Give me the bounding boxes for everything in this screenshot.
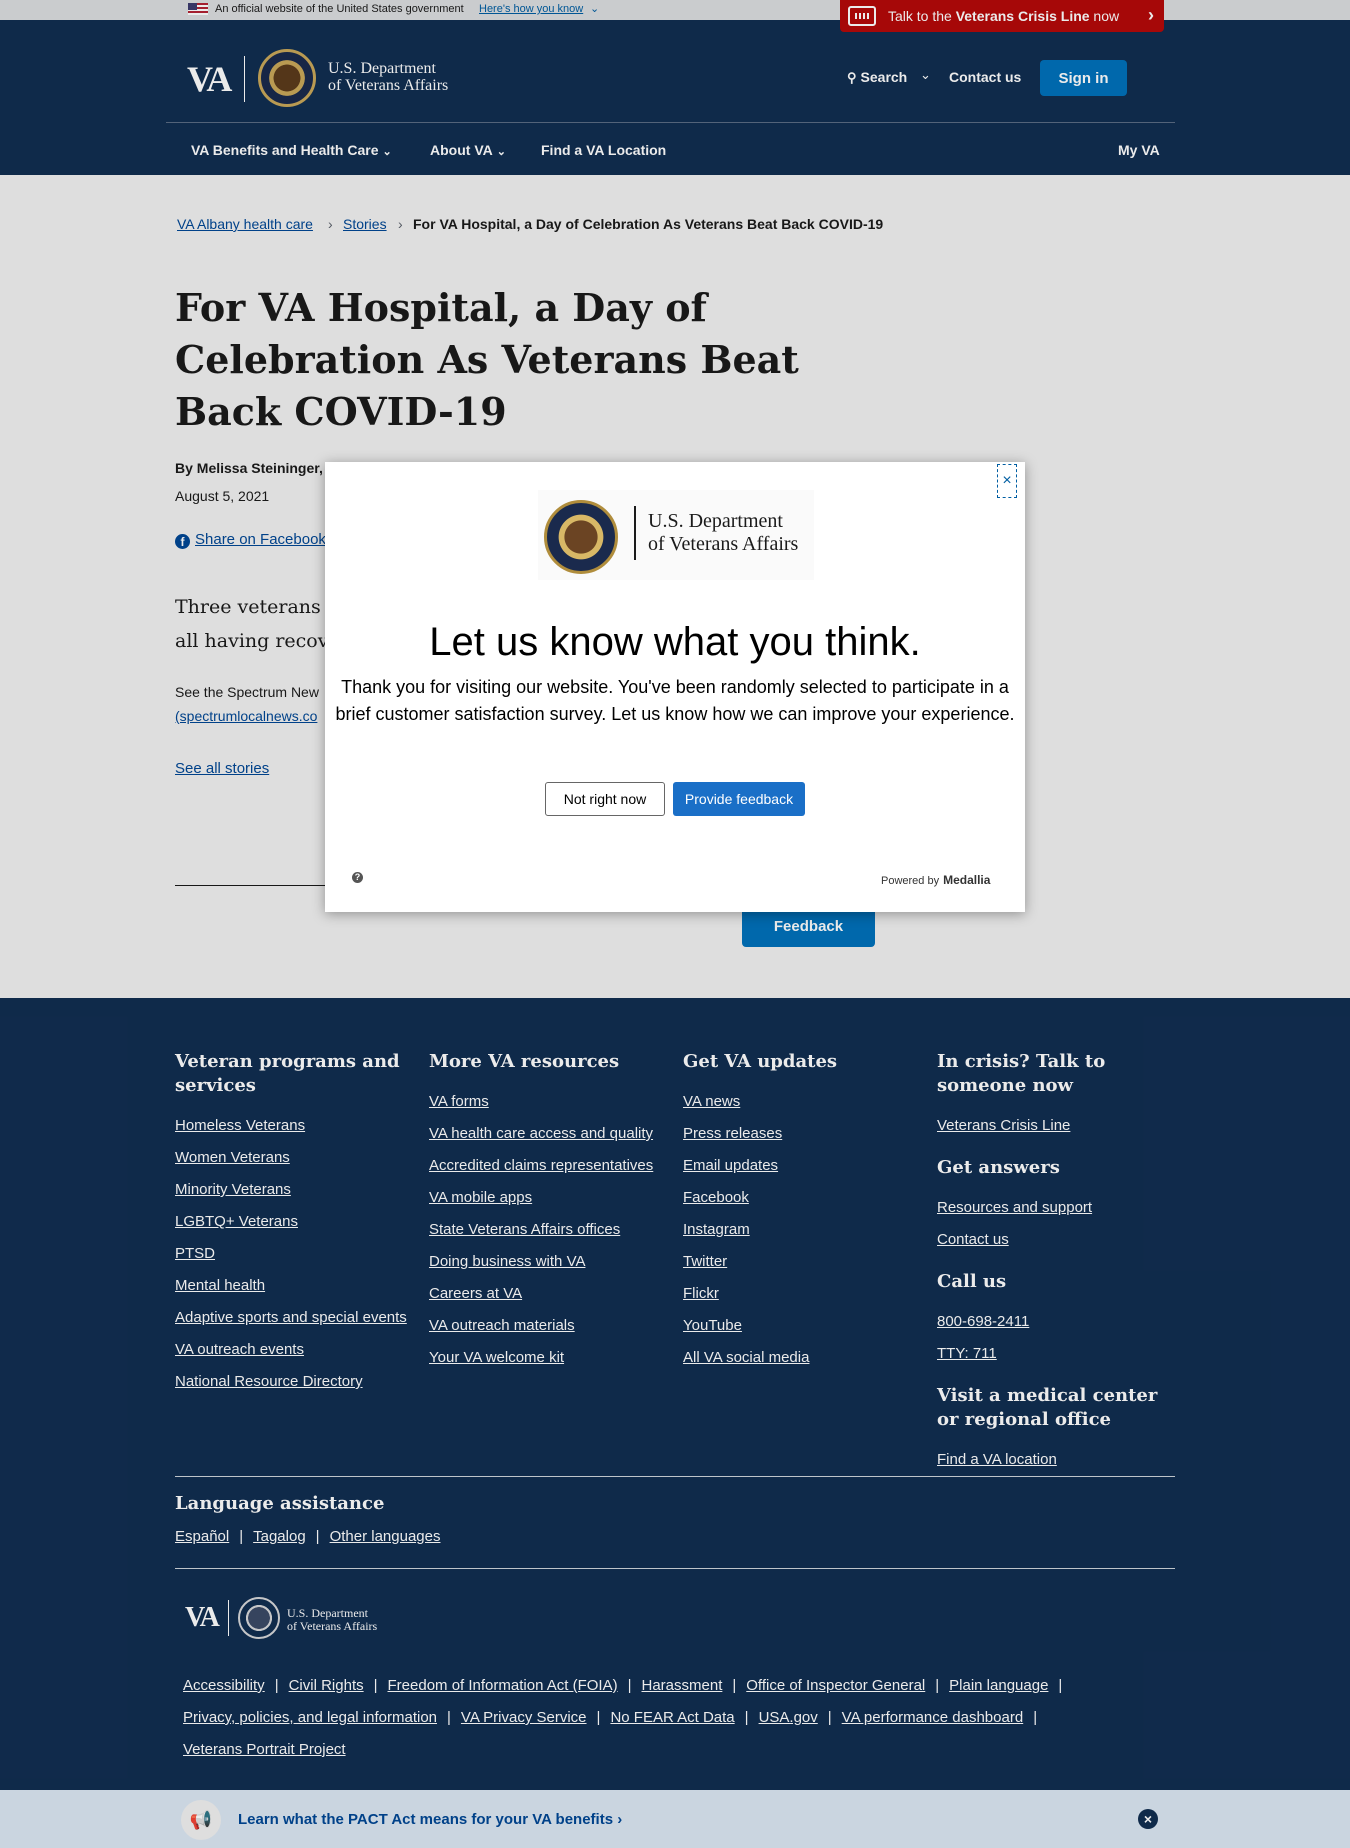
powered-by-medallia: Powered by Medallia xyxy=(881,873,991,887)
page: An official website of the United States… xyxy=(0,0,1350,1848)
logo-divider xyxy=(634,506,636,560)
close-icon[interactable]: × xyxy=(997,464,1017,498)
modal-heading: Let us know what you think. xyxy=(429,620,921,664)
help-icon[interactable]: ? xyxy=(352,872,363,883)
modal-va-logo: U.S. Department of Veterans Affairs xyxy=(538,490,814,580)
modal-backdrop xyxy=(0,0,1350,1848)
not-right-now-button[interactable]: Not right now xyxy=(545,782,665,816)
modal-department-name: U.S. Department of Veterans Affairs xyxy=(648,510,799,555)
survey-modal: × U.S. Department of Veterans Affairs Le… xyxy=(325,462,1025,912)
modal-message: Thank you for visiting our website. You'… xyxy=(335,677,1015,724)
provide-feedback-button[interactable]: Provide feedback xyxy=(673,782,805,816)
va-seal-icon xyxy=(544,500,618,574)
